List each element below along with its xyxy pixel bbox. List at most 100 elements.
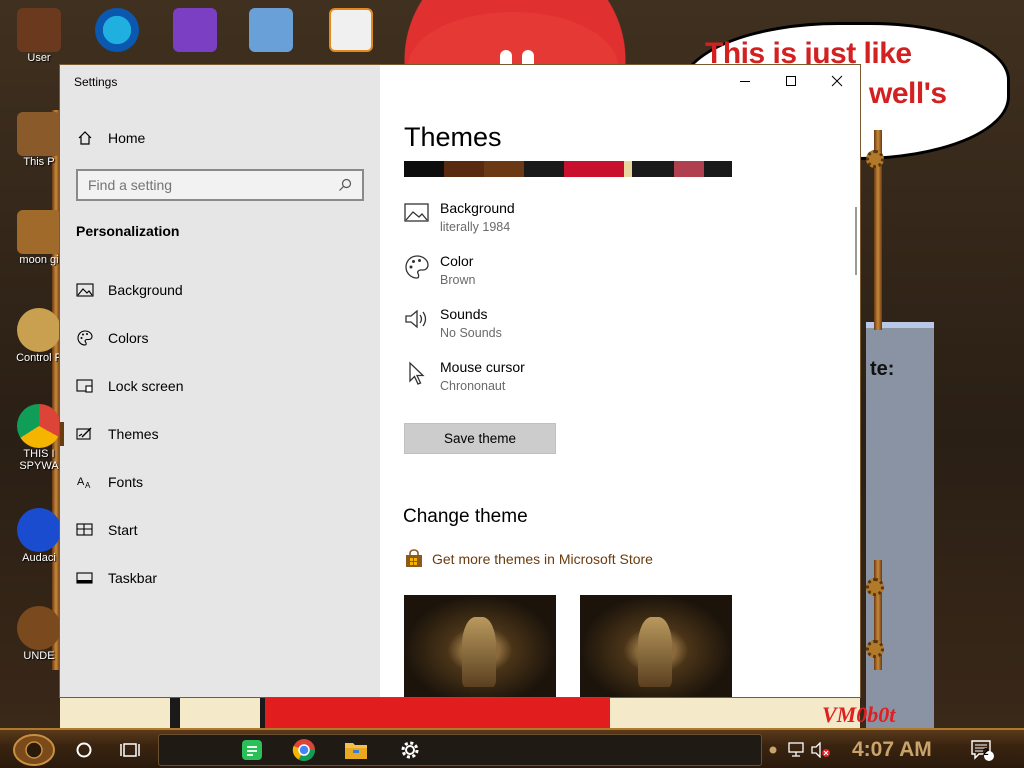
sidebar-item-label: Lock screen: [108, 378, 184, 394]
visual-studio-icon: [173, 8, 217, 52]
setting-value: literally 1984: [440, 220, 511, 234]
gear-icon: [866, 640, 884, 658]
theme-thumbnail[interactable]: [580, 595, 732, 697]
theme-thumbnail[interactable]: [404, 595, 556, 697]
svg-text:A: A: [85, 481, 91, 490]
theme-sounds-setting[interactable]: Sounds No Sounds: [404, 305, 502, 343]
task-view-button[interactable]: [116, 736, 144, 764]
search-input[interactable]: [88, 177, 338, 193]
notification-count: 2: [983, 747, 989, 758]
desktop-icon-virtualbox[interactable]: [236, 8, 306, 52]
search-field[interactable]: [76, 169, 364, 201]
home-nav-item[interactable]: Home: [76, 127, 145, 149]
action-center-button[interactable]: 2: [968, 736, 996, 764]
image-icon: [76, 281, 94, 299]
search-icon[interactable]: [338, 178, 352, 192]
sidebar-item-label: Colors: [108, 330, 149, 346]
gear-icon: [17, 606, 61, 650]
lightbulb-icon: [17, 308, 61, 352]
page-title: Themes: [404, 122, 502, 152]
sidebar-item-fonts[interactable]: AA Fonts: [60, 462, 380, 502]
sidebar-item-label: Taskbar: [108, 570, 158, 586]
setting-value: Chrononaut: [440, 379, 506, 393]
taskbar-app-file-explorer[interactable]: [342, 736, 370, 764]
theme-background-setting[interactable]: Background literally 1984: [404, 199, 515, 237]
home-label: Home: [108, 130, 146, 146]
copper-pipe-left: [52, 110, 60, 670]
settings-gear-icon: [401, 741, 419, 759]
taskbar-icon: [76, 569, 94, 587]
sidebar-item-lock-screen[interactable]: Lock screen: [60, 366, 380, 406]
taskbar: 4:07 AM 2: [0, 728, 1024, 768]
background-window-text: te:: [870, 358, 895, 380]
start-icon: [76, 521, 94, 539]
theme-mouse-cursor-setting[interactable]: Mouse cursor Chrononaut: [404, 358, 525, 396]
show-hidden-icons-button[interactable]: [766, 736, 780, 764]
image-icon: [404, 201, 430, 227]
save-theme-button[interactable]: Save theme: [404, 423, 556, 454]
audacity-icon: [17, 508, 61, 552]
taskbar-app-notes[interactable]: [238, 736, 266, 764]
desktop-icon-visual-studio[interactable]: [160, 8, 230, 52]
microsoft-store-link[interactable]: Get more themes in Microsoft Store: [404, 549, 653, 569]
setting-label: Background: [440, 200, 515, 216]
sidebar-item-start[interactable]: Start: [60, 510, 380, 550]
theme-color-setting[interactable]: Color Brown: [404, 252, 475, 290]
cortana-icon: [76, 742, 92, 758]
sidebar-item-label: Start: [108, 522, 138, 538]
taskbar-app-settings[interactable]: [396, 736, 424, 764]
shield-icon: [17, 210, 61, 254]
computer-icon: [17, 112, 61, 156]
task-view-icon: [120, 743, 140, 757]
sidebar-item-taskbar[interactable]: Taskbar: [60, 558, 380, 598]
sidebar-item-label: Themes: [108, 426, 159, 442]
setting-value: No Sounds: [440, 326, 502, 340]
clock[interactable]: 4:07 AM: [852, 738, 932, 762]
taskbar-app-chrome[interactable]: [290, 736, 318, 764]
desktop-icon-hxd[interactable]: [316, 8, 386, 52]
lock-screen-icon: [76, 377, 94, 395]
user-folder-icon: [17, 8, 61, 52]
speaker-icon: [404, 307, 430, 333]
wallpaper-strip: [60, 696, 860, 728]
store-bag-icon: [406, 549, 422, 567]
hex-editor-icon: [329, 8, 373, 52]
folder-icon: [345, 743, 367, 759]
svg-text:A: A: [77, 476, 85, 488]
sidebar-item-label: Fonts: [108, 474, 144, 490]
network-button[interactable]: [786, 736, 808, 764]
theme-preview: [404, 161, 732, 177]
gear-icon: [866, 150, 884, 168]
sidebar-item-background[interactable]: Background: [60, 270, 380, 310]
cursor-icon: [404, 360, 430, 386]
home-icon: [76, 129, 94, 147]
desktop-icon-edge[interactable]: [82, 8, 152, 52]
setting-label: Color: [440, 253, 474, 269]
settings-main: Themes Background literally 1984 Color B…: [380, 65, 860, 697]
volume-muted-icon: [811, 742, 830, 758]
setting-label: Sounds: [440, 306, 488, 322]
sidebar-item-colors[interactable]: Colors: [60, 318, 380, 358]
window-title: Settings: [74, 75, 118, 89]
start-button[interactable]: [8, 732, 60, 768]
notification-icon: [971, 740, 994, 761]
setting-label: Mouse cursor: [440, 359, 525, 375]
scrollbar[interactable]: [855, 207, 857, 275]
palette-icon: [76, 329, 94, 347]
chrome-icon: [292, 739, 315, 761]
setting-value: Brown: [440, 273, 476, 287]
cortana-button[interactable]: [70, 736, 98, 764]
network-icon: [788, 742, 804, 757]
sidebar-item-label: Background: [108, 282, 183, 298]
change-theme-heading: Change theme: [403, 506, 528, 527]
notes-icon: [242, 740, 262, 760]
volume-button[interactable]: [810, 736, 832, 764]
sidebar-item-themes[interactable]: Themes: [60, 414, 380, 454]
bubble-line-2: well's: [869, 77, 947, 110]
desktop-icon-user[interactable]: User: [4, 8, 74, 64]
gear-icon: [866, 578, 884, 596]
palette-icon: [404, 254, 430, 280]
start-icon: [13, 734, 55, 766]
fonts-icon: AA: [76, 473, 94, 491]
settings-sidebar: Settings Home Personalization Background…: [60, 65, 380, 697]
